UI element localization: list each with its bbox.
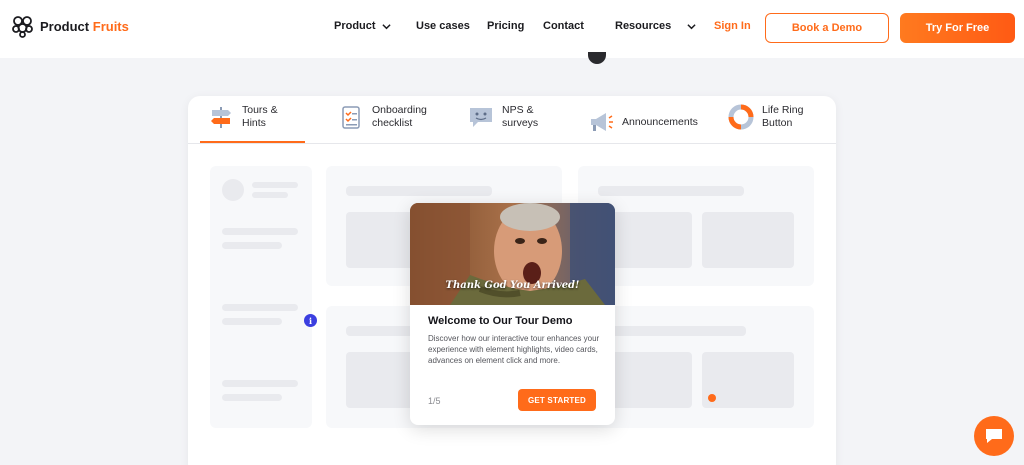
skeleton-block [702,212,794,268]
tour-description: Discover how our interactive tour enhanc… [428,334,600,365]
feature-tabs: Tours & Hints Onboarding checklist NPS & su… [188,96,836,144]
nav-use-cases[interactable]: Use cases [416,20,470,32]
skeleton-line [252,192,288,198]
skeleton-line [222,304,298,311]
try-free-button[interactable]: Try For Free [900,13,1015,43]
skeleton-block [606,212,692,268]
skeleton-line [222,394,282,401]
tab-nps-surveys[interactable]: NPS & surveys [468,104,538,130]
chevron-down-icon [381,23,391,29]
nav-product-label: Product [334,20,376,32]
nav-product[interactable]: Product [334,20,391,32]
tour-card: Thank God You Arrived! Welcome to Our To… [410,203,615,425]
chat-launcher-button[interactable] [974,416,1014,456]
grapes-icon [12,16,33,38]
tour-step-counter: 1/5 [428,396,441,406]
skeleton-line [346,186,492,196]
skeleton-block [702,352,794,408]
nav-pricing[interactable]: Pricing [487,20,524,32]
tour-title: Welcome to Our Tour Demo [428,315,573,327]
sign-in-link[interactable]: Sign In [714,20,751,32]
brand-name: Product Fruits [40,18,129,34]
life-ring-icon [728,104,754,130]
skeleton-block [606,352,692,408]
megaphone-icon [591,113,613,131]
tab-announcements[interactable]: Announcements [588,109,698,135]
skeleton-line [252,182,298,188]
skeleton-avatar [222,179,244,201]
get-started-button[interactable]: GET STARTED [518,389,596,411]
skeleton-line [222,380,298,387]
tour-image-caption: Thank God You Arrived! [445,280,580,291]
site-header: Product Fruits Product Use cases Pricing… [0,0,1024,58]
nav-contact[interactable]: Contact [543,20,584,32]
active-tab-indicator [200,141,305,143]
skeleton-sidebar [210,166,312,428]
nav-resources-label: Resources [615,20,672,32]
chat-bubble-icon [986,429,1002,443]
skeleton-line [598,186,744,196]
hint-hotspot[interactable]: i [304,314,317,327]
skeleton-line [222,242,282,249]
skeleton-line [222,228,298,235]
book-demo-button[interactable]: Book a Demo [765,13,889,43]
tab-tours-hints[interactable]: Tours & Hints [208,104,278,130]
brand-logo[interactable]: Product Fruits [12,14,129,38]
tab-life-ring-button[interactable]: Life Ring Button [728,104,803,130]
skeleton-line [222,318,282,325]
survey-icon [470,108,492,127]
tab-onboarding-checklist[interactable]: Onboarding checklist [338,104,427,130]
beacon-hotspot[interactable] [708,394,716,402]
signpost-icon [211,107,231,128]
scroll-indicator [588,52,606,64]
checklist-icon [342,106,360,129]
chevron-down-icon [687,23,696,29]
nav-resources[interactable]: Resources [615,20,696,32]
